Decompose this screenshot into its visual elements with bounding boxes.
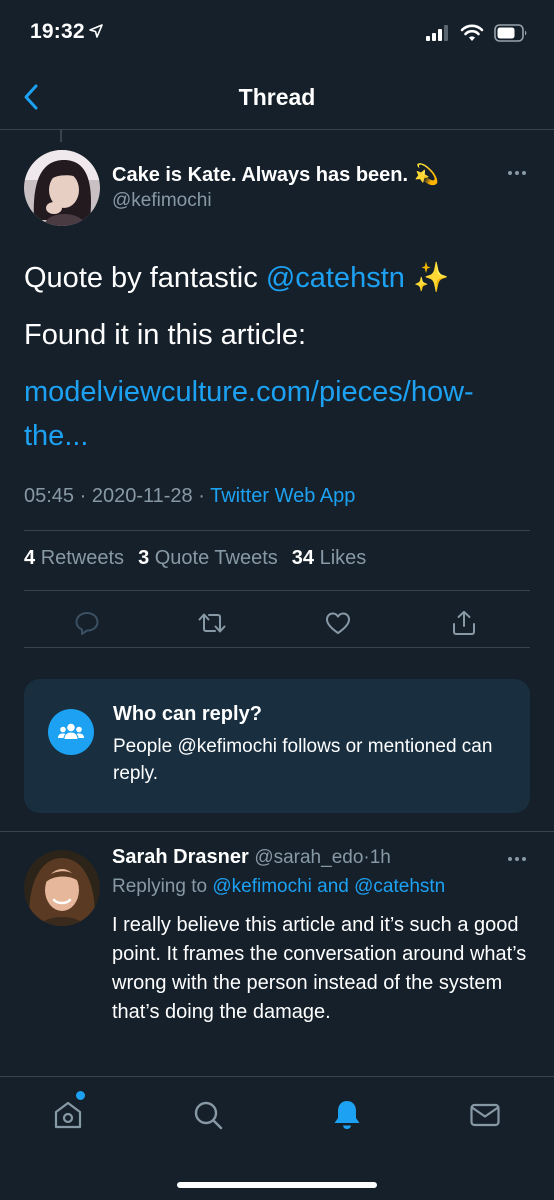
divider [24, 590, 530, 591]
tweet-more-button[interactable] [502, 163, 532, 183]
sparkles-emoji: ✨ [404, 262, 450, 294]
home-indicator[interactable] [177, 1182, 377, 1188]
battery-icon [494, 24, 528, 47]
reply-author-line: Sarah Drasner @sarah_edo·1h [112, 846, 391, 869]
retweet-icon [198, 613, 226, 633]
thread-connector-line [60, 130, 62, 142]
author-name-text: Cake is Kate. Always has been. [112, 164, 409, 186]
divider [24, 647, 530, 648]
heart-icon [326, 612, 350, 634]
bell-icon [334, 1101, 360, 1129]
tweet-line-1: Quote by fantastic @catehstn ✨ [24, 256, 524, 300]
tab-messages[interactable] [465, 1095, 505, 1135]
home-icon [54, 1101, 82, 1129]
reply-author-avatar[interactable] [24, 850, 100, 926]
mention-link[interactable]: @catehstn [266, 262, 405, 294]
status-bar: 19:32 [0, 0, 554, 66]
tweet-line-1-prefix: Quote by fantastic [24, 262, 266, 294]
thread-screen: 19:32 Thread Cake is Kate. Always has be… [0, 0, 554, 1200]
status-icons [426, 24, 528, 47]
reply-icon [75, 612, 99, 635]
who-can-reply-body: People @kefimochi follows or mentioned c… [113, 736, 493, 784]
quote-tweets-stat[interactable]: 3 Quote Tweets [138, 547, 278, 570]
tweet-stats: 4 Retweets 3 Quote Tweets 34 Likes [24, 547, 366, 570]
retweets-label: Retweets [40, 547, 125, 569]
reply-text: I really believe this article and it’s s… [112, 914, 527, 1023]
tab-notifications[interactable] [327, 1095, 367, 1135]
like-button[interactable] [321, 606, 355, 640]
quote-tweets-count: 3 [138, 547, 150, 569]
share-icon [453, 610, 475, 635]
retweets-stat[interactable]: 4 Retweets [24, 547, 124, 570]
tweet-time: 05:45 [24, 485, 75, 507]
tweet-date: 2020-11-28 [91, 485, 193, 507]
reply-author-handle[interactable]: @sarah_edo [254, 847, 363, 868]
reply-button[interactable] [70, 606, 104, 640]
reply-author-name[interactable]: Sarah Drasner [112, 846, 249, 868]
tweet-actions [0, 600, 554, 646]
retweets-count: 4 [24, 547, 36, 569]
who-can-reply-card: Who can reply? People @kefimochi follows… [24, 679, 530, 813]
author-name[interactable]: Cake is Kate. Always has been. 💫 [112, 162, 439, 187]
page-title: Thread [238, 84, 316, 110]
more-dot-icon [522, 171, 526, 175]
tweet-meta: 05:45 · 2020-11-28 · Twitter Web App [24, 485, 355, 508]
likes-stat[interactable]: 34 Likes [292, 547, 367, 570]
status-time-text: 19:32 [30, 20, 85, 43]
article-link[interactable]: modelviewculture.com/pieces/how-the... [24, 370, 524, 458]
divider [24, 530, 530, 531]
meta-separator: · [79, 485, 87, 507]
replying-to-users[interactable]: @kefimochi and @catehstn [212, 876, 445, 897]
meta-separator: · [198, 485, 205, 507]
more-dot-icon [522, 857, 526, 861]
more-dot-icon [515, 857, 519, 861]
author-avatar[interactable] [24, 150, 100, 226]
tweet-line-2: Found it in this article: [24, 319, 307, 351]
search-icon [194, 1101, 223, 1130]
status-time: 19:32 [30, 20, 103, 44]
cellular-signal-icon [426, 25, 450, 46]
likes-count: 34 [291, 547, 315, 569]
tab-search[interactable] [188, 1095, 228, 1135]
more-dot-icon [515, 171, 519, 175]
more-dot-icon [508, 857, 512, 861]
tweet-source-link[interactable]: Twitter Web App [210, 485, 355, 507]
more-dot-icon [508, 171, 512, 175]
location-arrow-icon [88, 24, 103, 43]
likes-label: Likes [319, 547, 367, 569]
new-content-dot [76, 1091, 85, 1100]
retweet-button[interactable] [195, 606, 229, 640]
tab-home[interactable] [48, 1095, 88, 1135]
reply-age: 1h [369, 847, 391, 868]
share-button[interactable] [447, 606, 481, 640]
divider [0, 831, 554, 832]
wifi-icon [460, 24, 484, 47]
nav-header: Thread [0, 66, 554, 130]
author-handle[interactable]: @kefimochi [112, 190, 212, 212]
people-icon [48, 709, 94, 755]
replying-to-label: Replying to [112, 876, 213, 897]
replying-to: Replying to @kefimochi and @catehstn [112, 876, 445, 898]
mail-icon [470, 1103, 500, 1127]
reply-more-button[interactable] [502, 849, 532, 869]
dizzy-emoji: 💫 [414, 164, 439, 186]
quote-tweets-label: Quote Tweets [154, 547, 278, 569]
who-can-reply-title: Who can reply? [113, 703, 262, 725]
tweet-text: Quote by fantastic @catehstn ✨ Found it … [24, 256, 524, 471]
